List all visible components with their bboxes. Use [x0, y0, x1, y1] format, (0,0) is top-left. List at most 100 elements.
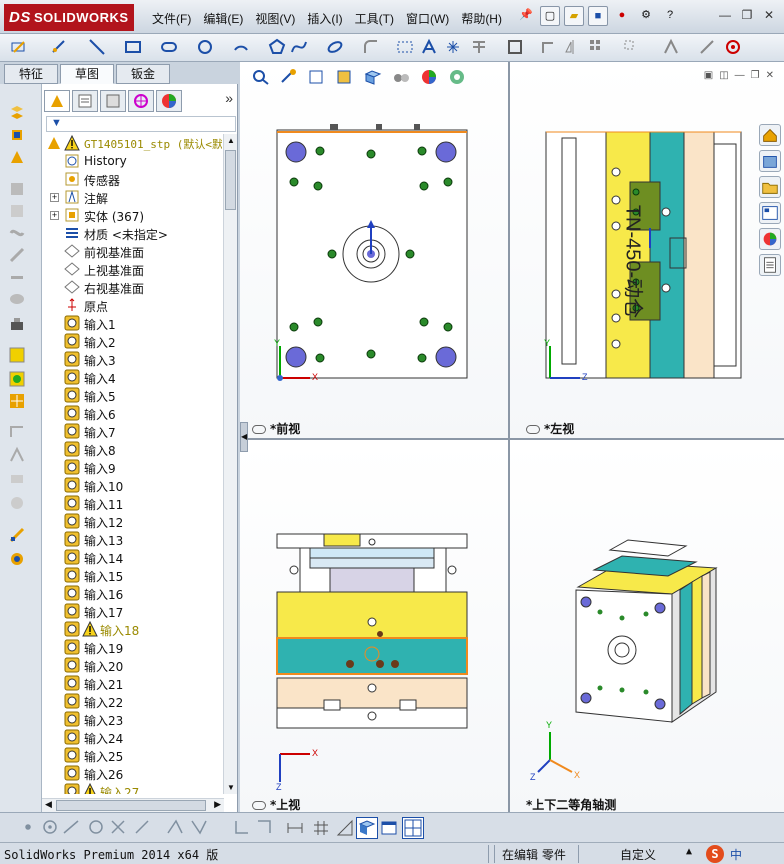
grid-icon[interactable] — [312, 819, 330, 837]
tree-item[interactable]: 输入1 — [42, 314, 222, 332]
display-style-icon[interactable] — [390, 68, 412, 86]
left-view-pane[interactable]: TN-450-动仓 Y Z *左视 — [510, 62, 784, 438]
help-icon[interactable]: ? — [660, 6, 680, 26]
restore-icon[interactable]: ❐ — [738, 8, 756, 24]
tree-item[interactable]: 输入13 — [42, 530, 222, 548]
text-sketch-icon[interactable] — [420, 38, 438, 56]
tree-item[interactable]: 材质 <未指定> — [42, 224, 222, 242]
tree-item[interactable]: 输入18 — [42, 620, 222, 638]
scroll-up-icon[interactable]: ▲ — [227, 136, 235, 145]
rebuild-icon[interactable]: ● — [612, 6, 632, 26]
shaded-icon[interactable] — [356, 817, 378, 839]
wrap-icon[interactable] — [8, 290, 26, 308]
solidworks-logo[interactable]: DS SOLIDWORKS — [4, 4, 134, 31]
tree-item[interactable]: + 实体 (367) — [42, 206, 222, 224]
save-icon[interactable]: ■ — [588, 6, 608, 26]
scroll-thumb[interactable] — [225, 150, 236, 210]
previous-view-icon[interactable] — [306, 68, 328, 86]
menu-help[interactable]: 帮助(H) — [455, 8, 508, 29]
tree-item[interactable]: 输入10 — [42, 476, 222, 494]
single-view-icon[interactable]: ▣ — [704, 70, 713, 81]
custom-properties-icon[interactable] — [759, 254, 781, 276]
circle-icon[interactable] — [196, 38, 214, 56]
move-entities-icon[interactable] — [622, 38, 640, 56]
hscroll-thumb[interactable] — [56, 800, 206, 811]
tree-vertical-scrollbar[interactable]: ▲ ▼ — [223, 134, 237, 794]
menu-insert[interactable]: 插入(I) — [301, 8, 348, 29]
dimxpert-tab-icon[interactable] — [128, 90, 154, 112]
tree-item[interactable]: 输入16 — [42, 584, 222, 602]
shell-icon[interactable] — [8, 470, 26, 488]
tree-item[interactable]: 输入5 — [42, 386, 222, 404]
angle-icon[interactable] — [336, 819, 354, 837]
tree-item[interactable]: 输入3 — [42, 350, 222, 368]
open-icon[interactable]: ▰ — [564, 6, 584, 26]
tree-item[interactable]: 输入27 — [42, 782, 222, 794]
two-view-icon[interactable]: ◫ — [719, 70, 728, 81]
scene-icon[interactable] — [446, 68, 468, 86]
fillet-feature-icon[interactable] — [8, 246, 26, 264]
tree-item[interactable]: 输入12 — [42, 512, 222, 530]
extrude-boss-icon[interactable] — [8, 104, 26, 122]
tree-item[interactable]: 原点 — [42, 296, 222, 314]
tree-item[interactable]: 输入7 — [42, 422, 222, 440]
cut-sweep-icon[interactable] — [8, 224, 26, 242]
viewport-horizontal-divider[interactable] — [240, 438, 784, 440]
revolve-boss-icon[interactable] — [8, 126, 26, 144]
mass-properties-icon[interactable] — [8, 550, 26, 568]
configuration-manager-tab-icon[interactable] — [100, 90, 126, 112]
sweep-icon[interactable] — [8, 148, 26, 166]
tree-item[interactable]: 输入9 — [42, 458, 222, 476]
graphics-area[interactable]: Y X *前视 TN-450-动仓 Y Z *左视 X Z *上视 Y Z X … — [240, 62, 784, 812]
mirror-feature-icon[interactable] — [8, 494, 26, 512]
tree-item[interactable]: 输入11 — [42, 494, 222, 512]
close-icon[interactable]: ✕ — [760, 8, 778, 24]
reference-geometry-icon[interactable] — [8, 346, 26, 364]
cut-extrude-icon[interactable] — [8, 180, 26, 198]
instant3d-icon[interactable] — [8, 392, 26, 410]
section-view-icon[interactable] — [334, 68, 356, 86]
tree-item[interactable]: 输入6 — [42, 404, 222, 422]
rectangle-icon[interactable] — [124, 38, 142, 56]
menu-window[interactable]: 窗口(W) — [400, 8, 455, 29]
iso-view-pane[interactable]: Y Z X *上下二等角轴测 — [510, 442, 784, 812]
new-icon[interactable]: ▢ — [540, 6, 560, 26]
mirror-icon[interactable] — [564, 38, 582, 56]
tree-item[interactable]: 输入25 — [42, 746, 222, 764]
ime-language[interactable]: 中 — [730, 846, 742, 863]
expand-panel-icon[interactable]: » — [225, 90, 233, 106]
offset-icon[interactable] — [540, 38, 558, 56]
tree-item[interactable]: 输入17 — [42, 602, 222, 620]
ellipse-icon[interactable] — [326, 38, 344, 56]
fillet-icon[interactable] — [362, 38, 380, 56]
menu-tools[interactable]: 工具(T) — [349, 8, 400, 29]
linear-pattern-icon[interactable] — [588, 38, 606, 56]
tab-sketch[interactable]: 草图 — [60, 64, 114, 84]
menu-view[interactable]: 视图(V) — [249, 8, 301, 29]
split-line-icon[interactable] — [8, 422, 26, 440]
property-manager-tab-icon[interactable] — [72, 90, 98, 112]
tree-item[interactable]: 输入14 — [42, 548, 222, 566]
layout-icon[interactable] — [380, 819, 398, 837]
tree-horizontal-scrollbar[interactable]: ◀ ▶ — [42, 798, 224, 812]
tree-item[interactable]: 输入20 — [42, 656, 222, 674]
tree-root-part[interactable]: GT1405101_stp (默认<默 — [42, 134, 222, 152]
tree-item[interactable]: History — [42, 152, 222, 170]
view-orientation-icon[interactable] — [362, 68, 384, 86]
polygon-icon[interactable] — [268, 38, 286, 56]
feature-tree-tab-icon[interactable] — [44, 90, 70, 112]
pin-icon[interactable]: 📌 — [516, 6, 536, 26]
smart-dimension-icon[interactable] — [50, 38, 68, 56]
view-palette-icon[interactable] — [759, 202, 781, 224]
ime-logo-icon[interactable]: S — [706, 845, 724, 863]
front-view-pane[interactable]: Y X *前视 — [240, 62, 508, 438]
design-library-icon[interactable] — [759, 150, 781, 172]
viewport-vertical-divider[interactable] — [508, 62, 510, 812]
sketch-icon[interactable] — [10, 38, 28, 56]
tree-item[interactable]: 输入19 — [42, 638, 222, 656]
top-view-pane[interactable]: X Z *上视 — [240, 442, 508, 812]
tree-filter-row[interactable]: ▼ — [46, 116, 236, 132]
expand-toggle-icon[interactable]: + — [50, 211, 59, 220]
tree-item[interactable]: 输入22 — [42, 692, 222, 710]
tab-sheet-metal[interactable]: 钣金 — [116, 64, 170, 84]
